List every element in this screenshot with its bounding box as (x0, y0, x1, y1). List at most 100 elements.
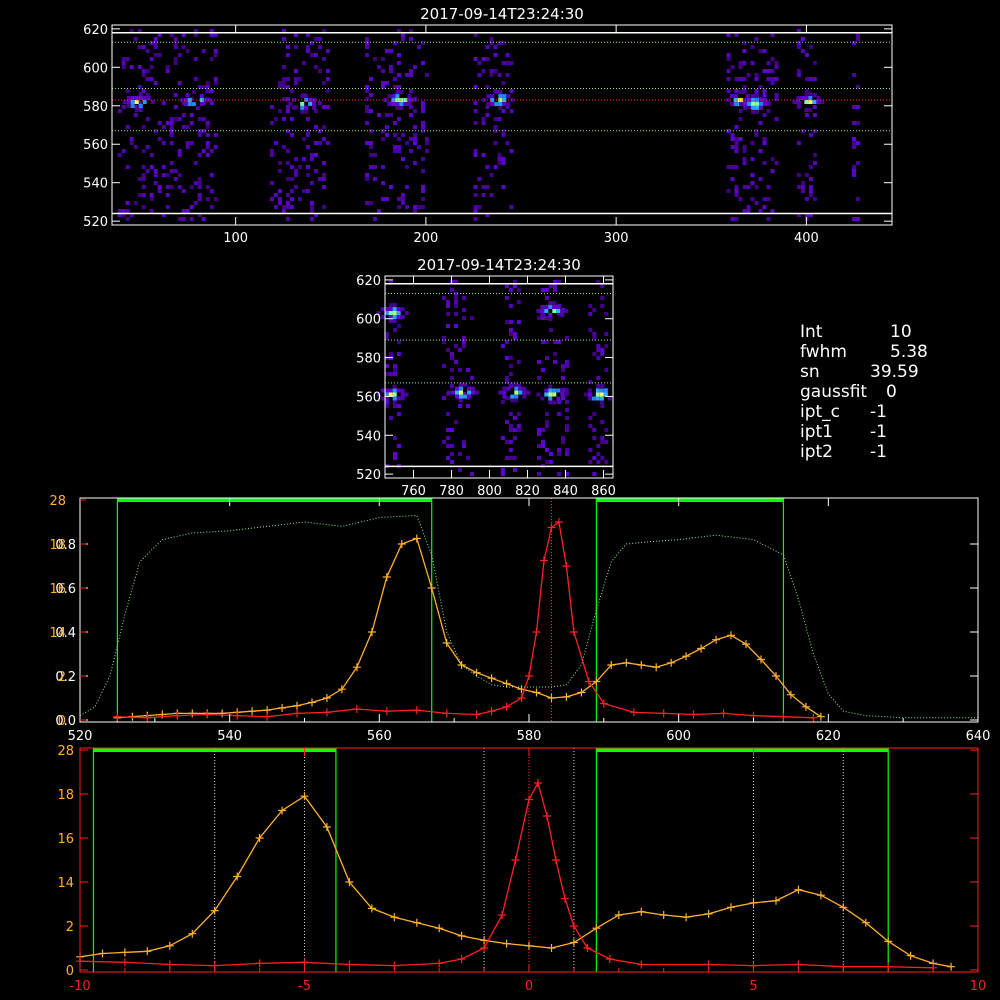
spec-red-series-point (517, 694, 526, 702)
mid-noise-pixel (454, 324, 458, 328)
top-noise-pixel (133, 201, 138, 205)
top-ytick-label: 600 (83, 61, 108, 76)
off-red-series-point (345, 960, 354, 969)
top-noise-pixel (730, 165, 735, 169)
top-noise-pixel (177, 185, 182, 189)
top-noise-pixel (205, 85, 210, 89)
top-noise-pixel (485, 45, 490, 49)
top-noise-pixel (730, 217, 735, 221)
top-noise-pixel (141, 165, 146, 169)
top-noise-pixel (321, 185, 326, 189)
mid-noise-pixel (549, 328, 553, 332)
top-noise-pixel (726, 77, 731, 81)
spec-orange-series-point (278, 703, 287, 712)
spec-orange-series-point (337, 685, 346, 694)
top-spot-pixel (183, 102, 188, 107)
offset-panel: -10 -5 0 5 10 0 2 14 16 18 28 (57, 744, 986, 994)
mid-noise-pixel (604, 332, 609, 336)
top-noise-pixel (153, 169, 158, 173)
off-red-series-point (255, 959, 264, 968)
top-noise-pixel (145, 117, 150, 121)
top-spot-pixel (804, 100, 809, 104)
off-orange-series-point (98, 949, 107, 958)
spec-ytick-red-label: 14 (49, 626, 66, 641)
mid-noise-pixel (588, 460, 593, 464)
spec-orange-series-line (117, 537, 822, 719)
top-noise-pixel (273, 117, 278, 121)
top-noise-pixel (321, 125, 326, 129)
top-noise-pixel (189, 185, 194, 189)
figure-canvas: 100 200 300 4005205405605806006202017-09-14… (49, 5, 990, 994)
top-noise-pixel (185, 209, 190, 213)
mid-noise-pixel (537, 444, 541, 448)
top-spot-pixel (300, 101, 305, 106)
top-noise-pixel (161, 101, 166, 105)
mid-noise-pixel (508, 364, 513, 368)
spec-orange-series-point (188, 709, 197, 718)
mid-noise-pixel (397, 324, 401, 328)
mid-spot-pixel (404, 392, 409, 397)
top-noise-pixel (197, 133, 202, 137)
mid-noise-pixel (385, 336, 389, 340)
top-noise-pixel (808, 133, 813, 137)
top-spot-pixel (395, 94, 400, 99)
top-spot-pixel (130, 104, 135, 108)
top-spot-pixel (134, 108, 139, 112)
off-red-series-point (569, 922, 578, 930)
top-heatmap-panel: 100 200 300 400 520 540 560 580 600 620 2017-09-14… (83, 5, 893, 246)
top-noise-pixel (417, 205, 421, 209)
top-noise-pixel (309, 153, 314, 157)
mid-noise-pixel (446, 436, 450, 440)
top-noise-pixel (141, 173, 146, 177)
mid-spot-pixel (548, 392, 553, 397)
top-noise-pixel (473, 33, 478, 37)
mid-noise-pixel (454, 296, 458, 300)
top-noise-pixel (812, 161, 817, 165)
mid-ytick-label: 620 (356, 274, 381, 289)
off-red-series-point (534, 779, 542, 787)
mid-noise-pixel (442, 440, 446, 444)
off-ytick-label: 18 (57, 788, 74, 803)
top-noise-pixel (734, 193, 739, 197)
off-xtick-label: 0 (525, 979, 533, 994)
mid-noise-pixel (604, 312, 609, 316)
mid-spot-pixel (392, 388, 397, 393)
top-spot-pixel (292, 105, 297, 110)
mid-noise-pixel (397, 404, 401, 408)
top-noise-pixel (485, 185, 490, 189)
top-noise-pixel (141, 125, 146, 129)
mid-spot-pixel (447, 390, 451, 395)
top-noise-pixel (301, 189, 306, 193)
top-noise-pixel (277, 197, 282, 201)
top-noise-pixel (734, 217, 739, 221)
fit-info-panel: Int 10 fwhm 5.38 sn 39.59 gaussfit 0 ipt_c -1… (800, 322, 990, 462)
top-noise-pixel (738, 117, 743, 121)
top-noise-pixel (193, 161, 198, 165)
mid-noise-pixel (604, 428, 609, 432)
top-spot-pixel (138, 104, 143, 108)
top-noise-pixel (281, 77, 286, 81)
mid-noise-pixel (393, 368, 397, 372)
mid-axes-frame (384, 275, 614, 479)
top-spot-pixel (759, 97, 764, 102)
info-fwhm-value: 5.38 (890, 342, 928, 362)
top-noise-pixel (734, 125, 739, 129)
top-spot-pixel (796, 100, 801, 104)
top-spot-pixel (759, 101, 764, 106)
spec-orange-series-point (712, 635, 721, 644)
mid-spot-pixel (544, 388, 549, 393)
mid-noise-pixel (385, 372, 389, 376)
top-noise-pixel (497, 41, 502, 45)
top-noise-pixel (205, 197, 210, 201)
top-noise-pixel (413, 205, 417, 209)
top-noise-pixel (285, 45, 290, 49)
top-xtick-label: 300 (604, 231, 629, 246)
mid-noise-pixel (446, 324, 450, 328)
top-noise-pixel (125, 125, 130, 129)
top-noise-pixel (758, 209, 763, 213)
top-noise-pixel (197, 177, 202, 181)
top-noise-pixel (209, 89, 214, 93)
top-noise-pixel (393, 77, 397, 81)
top-noise-pixel (177, 153, 182, 157)
top-spot-pixel (490, 102, 495, 107)
